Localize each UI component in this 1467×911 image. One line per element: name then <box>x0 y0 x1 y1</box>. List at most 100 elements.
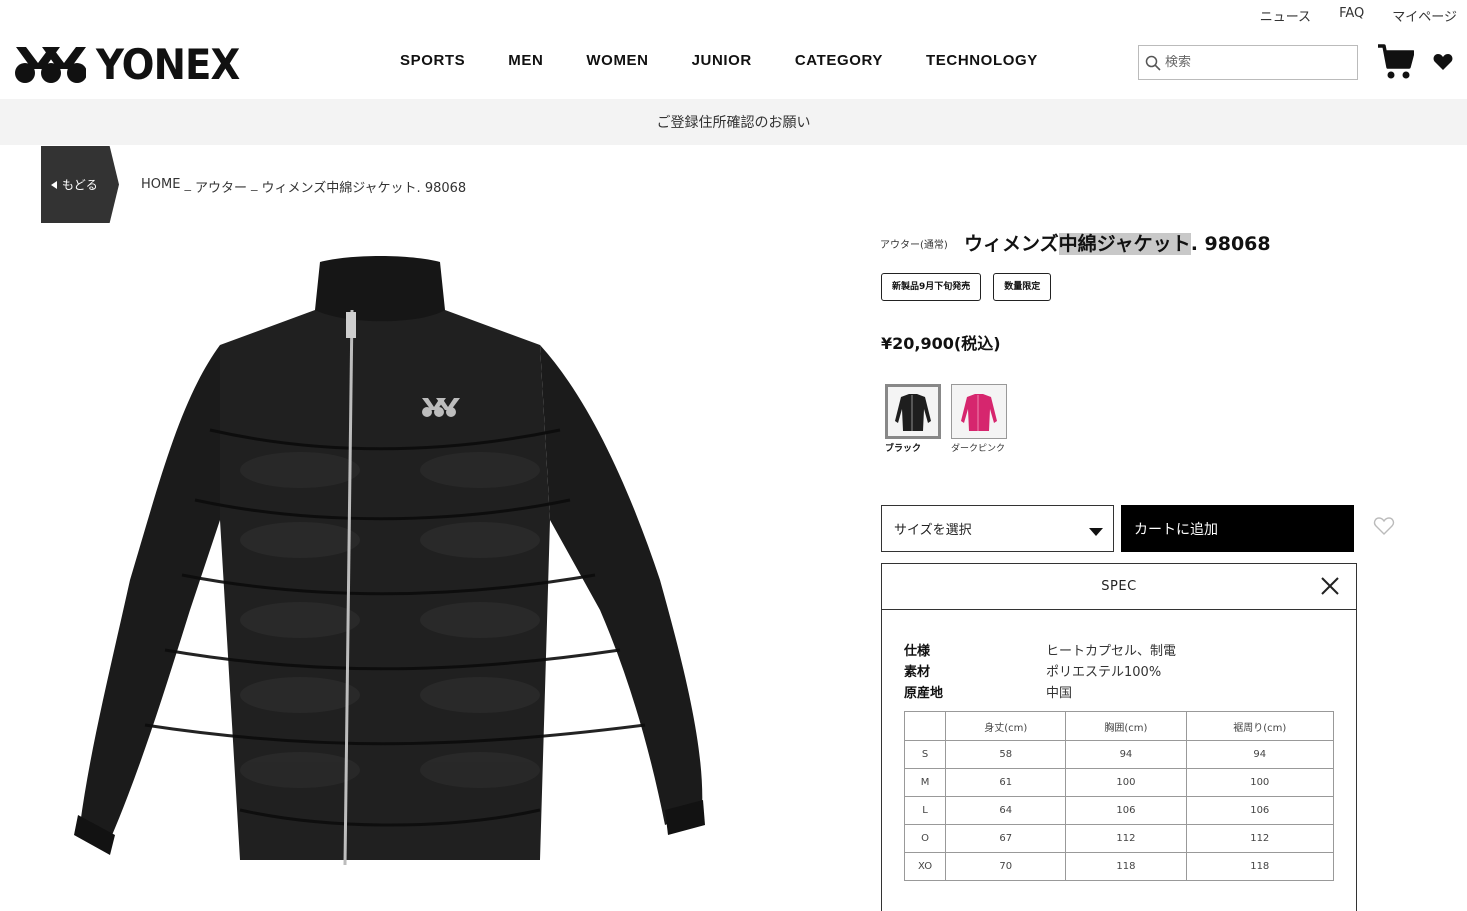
nav-junior[interactable]: JUNIOR <box>692 52 752 69</box>
length-cell: 64 <box>945 796 1067 825</box>
table-row: L 64 106 106 <box>903 796 1335 825</box>
size-select[interactable]: サイズを選択 <box>881 505 1114 552</box>
chest-cell: 94 <box>1065 740 1187 769</box>
col-header-hem: 裾周り(cm) <box>1185 711 1335 741</box>
favorites-heart-icon[interactable] <box>1433 53 1453 71</box>
length-cell: 61 <box>945 768 1067 797</box>
product-badges: 新製品9月下旬発売 数量限定 <box>881 273 1052 301</box>
hem-cell: 100 <box>1185 768 1335 797</box>
size-cell: S <box>903 740 947 769</box>
size-table: 身丈(cm) 胸囲(cm) 裾周り(cm) S 58 94 94 M 61 10… <box>903 711 1335 881</box>
yonex-logo[interactable]: YONEX <box>14 40 252 89</box>
swatch-label: ダークピンク <box>951 444 1006 454</box>
table-row: S 58 94 94 <box>903 740 1335 769</box>
size-table-header: 身丈(cm) 胸囲(cm) 裾周り(cm) <box>903 711 1335 741</box>
hem-cell: 112 <box>1185 824 1335 853</box>
spec-value: ヒートカプセル、制電 <box>1046 644 1177 659</box>
spec-panel: SPEC 仕様 ヒートカプセル、制電 素材 ポリエステル100% 原産地 中国 … <box>881 563 1357 911</box>
size-cell: O <box>903 824 947 853</box>
col-header-chest: 胸囲(cm) <box>1065 711 1187 741</box>
chest-cell: 112 <box>1065 824 1187 853</box>
swatch-thumb <box>951 384 1007 439</box>
table-row: O 67 112 112 <box>903 824 1335 853</box>
nav-men[interactable]: MEN <box>508 52 543 69</box>
product-title: ウィメンズ中綿ジャケット. 98068 <box>964 229 1271 256</box>
length-cell: 67 <box>945 824 1067 853</box>
nav-category[interactable]: CATEGORY <box>795 52 883 69</box>
size-cell: L <box>903 796 947 825</box>
jacket-thumb-pink <box>961 393 997 431</box>
color-swatches: ブラック ダークピンク <box>885 384 1007 455</box>
main-nav: SPORTS MEN WOMEN JUNIOR CATEGORY TECHNOL… <box>400 52 1038 69</box>
new-release-badge: 新製品9月下旬発売 <box>881 273 982 301</box>
spec-key: 原産地 <box>904 686 944 701</box>
spec-list: 仕様 ヒートカプセル、制電 素材 ポリエステル100% 原産地 中国 <box>904 639 1176 702</box>
close-icon[interactable] <box>1320 576 1340 596</box>
hem-cell: 94 <box>1185 740 1335 769</box>
search-icon <box>1145 55 1161 71</box>
yonex-mark-icon <box>15 46 86 83</box>
notice-text: ご登録住所確認のお願い <box>656 115 811 131</box>
mypage-link[interactable]: マイページ <box>1392 6 1457 25</box>
size-cell: M <box>903 768 947 797</box>
size-select-label: サイズを選択 <box>894 523 972 538</box>
back-label: もどる <box>62 178 98 192</box>
swatch-thumb <box>885 384 941 439</box>
title-part: ウィメンズ <box>964 233 1059 255</box>
spec-row: 仕様 ヒートカプセル、制電 <box>904 639 1176 660</box>
brand-wordmark: YONEX <box>96 40 240 89</box>
length-cell: 58 <box>945 740 1067 769</box>
breadcrumb-current: ウィメンズ中綿ジャケット. 98068 <box>261 181 467 196</box>
breadcrumb-separator: _ <box>250 177 258 192</box>
spec-title: SPEC <box>1101 579 1137 594</box>
utility-links: ニュース FAQ マイページ <box>1260 6 1457 25</box>
spec-value: 中国 <box>1046 686 1073 701</box>
hem-cell: 106 <box>1185 796 1335 825</box>
chest-cell: 100 <box>1065 768 1187 797</box>
length-cell: 70 <box>945 852 1067 881</box>
breadcrumb: HOME _ アウター _ ウィメンズ中綿ジャケット. 98068 <box>141 177 466 196</box>
chest-cell: 106 <box>1065 796 1187 825</box>
spec-row: 原産地 中国 <box>904 681 1176 702</box>
search-box <box>1138 45 1358 80</box>
spec-key: 仕様 <box>904 644 931 659</box>
chest-cell: 118 <box>1065 852 1187 881</box>
address-notice-bar[interactable]: ご登録住所確認のお願い <box>0 99 1467 145</box>
add-to-cart-label: カートに追加 <box>1134 521 1218 538</box>
breadcrumb-home[interactable]: HOME <box>141 177 180 196</box>
product-category: アウター(通常) <box>880 240 948 251</box>
title-highlight: 中綿ジャケット <box>1058 233 1191 255</box>
nav-sports[interactable]: SPORTS <box>400 52 465 69</box>
search-input[interactable] <box>1165 55 1345 70</box>
product-price: ¥20,900(税込) <box>881 334 1001 353</box>
breadcrumb-category[interactable]: アウター <box>195 177 247 196</box>
breadcrumb-separator: _ <box>184 177 191 192</box>
heart-outline-icon[interactable] <box>1373 516 1395 536</box>
faq-link[interactable]: FAQ <box>1339 6 1364 25</box>
title-part: . 98068 <box>1190 233 1271 255</box>
spec-value: ポリエステル100% <box>1046 665 1162 680</box>
chevron-down-icon <box>1089 527 1103 536</box>
hem-cell: 118 <box>1185 852 1335 881</box>
back-arrow-icon <box>51 180 57 189</box>
spec-header: SPEC <box>882 564 1356 610</box>
back-button[interactable]: もどる <box>41 146 119 223</box>
swatch-black[interactable]: ブラック <box>885 384 941 455</box>
table-row: M 61 100 100 <box>903 768 1335 797</box>
swatch-label: ブラック <box>885 444 922 454</box>
jacket-thumb-black <box>895 393 931 431</box>
table-row: XO 70 118 118 <box>903 852 1335 881</box>
swatch-dark-pink[interactable]: ダークピンク <box>951 384 1007 455</box>
spec-key: 素材 <box>904 665 931 680</box>
size-table-corner <box>903 711 947 741</box>
product-image <box>74 256 705 866</box>
spec-row: 素材 ポリエステル100% <box>904 660 1176 681</box>
nav-technology[interactable]: TECHNOLOGY <box>926 52 1038 69</box>
size-cell: XO <box>903 852 947 881</box>
news-link[interactable]: ニュース <box>1260 6 1311 25</box>
limited-badge: 数量限定 <box>993 273 1052 301</box>
cart-icon[interactable] <box>1378 43 1414 81</box>
add-to-cart-button[interactable]: カートに追加 <box>1121 505 1354 552</box>
nav-women[interactable]: WOMEN <box>586 52 648 69</box>
col-header-length: 身丈(cm) <box>945 711 1067 741</box>
